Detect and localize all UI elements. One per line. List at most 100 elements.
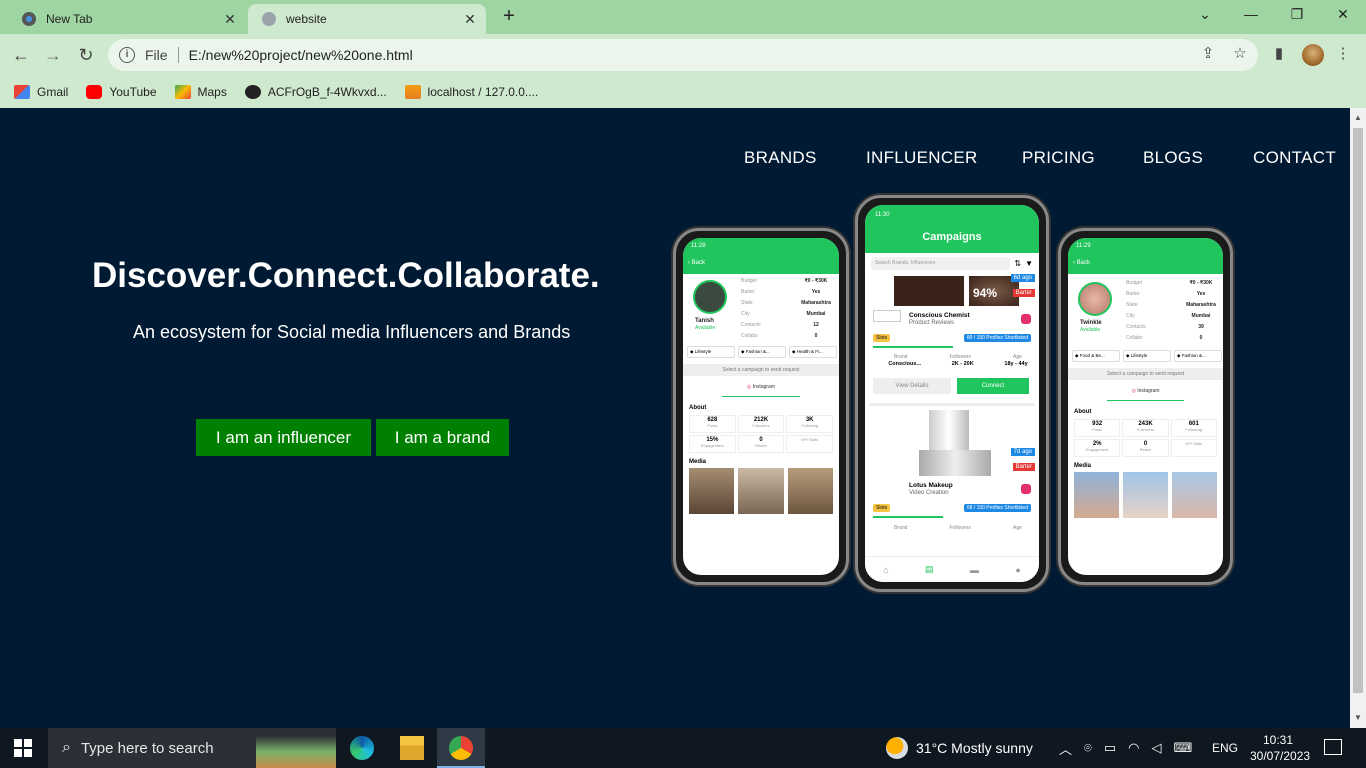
back-icon[interactable]: ←	[10, 44, 32, 66]
field-value: ₹0 - ₹30K	[804, 278, 828, 284]
bookmark-label: Maps	[197, 85, 227, 99]
chrome-taskbar-button[interactable]	[437, 728, 485, 768]
field-value: 12	[813, 322, 819, 328]
search-input[interactable]: Search Brands, Influencers	[871, 257, 1011, 270]
connect-button[interactable]: Connect	[957, 378, 1029, 394]
tab-website[interactable]: website ✕	[248, 4, 486, 34]
close-tab-icon[interactable]: ✕	[460, 11, 480, 28]
category-tag[interactable]: ◆ Fashion &...	[1174, 350, 1222, 362]
profile-status: Available	[1080, 327, 1101, 333]
scroll-down-icon[interactable]: ▼	[1350, 710, 1366, 726]
age-badge: 7d ago	[1010, 448, 1035, 456]
criteria-labels: Brand Followers Age	[873, 525, 1039, 531]
scroll-thumb[interactable]	[1353, 128, 1363, 693]
chat-icon[interactable]: ▬	[970, 565, 979, 575]
campaigns-icon[interactable]: ▤	[925, 564, 934, 575]
close-window-icon[interactable]: ✕	[1328, 6, 1358, 23]
media-grid	[1074, 472, 1217, 518]
new-tab-button[interactable]: +	[498, 6, 520, 28]
criteria-label: Followers	[949, 525, 971, 531]
select-campaign-bar[interactable]: Select a campaign to send request	[1068, 368, 1223, 380]
field-label: Collabs	[741, 333, 758, 339]
instagram-tab[interactable]: ◎ Instagram	[722, 379, 800, 397]
hero-title: Discover.Connect.Collaborate.	[92, 256, 600, 295]
address-bar[interactable]: i File E:/new%20project/new%20one.html	[108, 39, 1258, 71]
taskbar-search[interactable]: ⌕ Type here to search	[48, 728, 336, 768]
search-row: Search Brands, Influencers ⇅ ▼	[865, 253, 1039, 274]
volume-icon[interactable]: ◁	[1151, 740, 1161, 756]
category-tag[interactable]: ◆ Health & Fi...	[789, 346, 837, 358]
influencer-button[interactable]: I am an influencer	[196, 419, 371, 456]
instagram-tab[interactable]: ◎ Instagram	[1106, 383, 1185, 401]
back-link[interactable]: ‹ Back	[688, 260, 705, 266]
bookmark-youtube[interactable]: YouTube	[86, 85, 157, 99]
nav-contact[interactable]: CONTACT	[1253, 148, 1336, 168]
sort-icon[interactable]: ⇅	[1014, 259, 1021, 268]
bookmark-acfr[interactable]: ACFrOgB_f-4Wkvxd...	[244, 85, 387, 99]
category-tag[interactable]: ◆ Food & Be...	[1072, 350, 1120, 362]
bookmark-maps[interactable]: Maps	[174, 85, 227, 99]
media-thumb[interactable]	[738, 468, 784, 514]
bookmark-star-icon[interactable]: ☆	[1229, 44, 1251, 62]
language-indicator[interactable]: ENG	[1212, 728, 1238, 768]
media-thumb[interactable]	[1123, 472, 1168, 518]
nav-influencer[interactable]: INFLUENCER	[866, 148, 978, 168]
home-icon[interactable]: ⌂	[883, 565, 888, 575]
barter-badge: Barter	[1012, 289, 1035, 297]
nav-pricing[interactable]: PRICING	[1022, 148, 1095, 168]
tag-row: ◆ Lifestyle ◆ Fashion &... ◆ Health & Fi..…	[687, 346, 837, 358]
share-icon[interactable]: ⇪	[1197, 44, 1219, 62]
media-thumb[interactable]	[787, 468, 833, 514]
criteria-label: Followers	[949, 354, 971, 360]
keyboard-icon[interactable]: ⌨	[1173, 740, 1192, 756]
category-tag[interactable]: ◆ Lifestyle	[687, 346, 735, 358]
platform-label: Instagram	[1137, 388, 1160, 394]
scrollbar[interactable]: ▲ ▼	[1350, 108, 1366, 728]
category-tag[interactable]: ◆ Fashion &...	[738, 346, 786, 358]
view-details-button[interactable]: View Details	[873, 378, 951, 394]
minimize-icon[interactable]: —	[1236, 6, 1266, 22]
windows-start-icon[interactable]	[14, 739, 32, 757]
nav-brands[interactable]: BRANDS	[744, 148, 817, 168]
chevron-up-icon[interactable]: ︿	[1059, 739, 1072, 758]
scroll-up-icon[interactable]: ▲	[1350, 110, 1366, 126]
edge-icon[interactable]	[350, 736, 374, 760]
battery-icon[interactable]: ▭	[1104, 740, 1116, 756]
media-thumb[interactable]	[1172, 472, 1217, 518]
stat-label: Following	[1185, 427, 1203, 432]
info-icon[interactable]: i	[119, 47, 135, 63]
profile-fields: Budget ₹0 - ₹30K Barter Yes State Maharashtra…	[741, 276, 839, 342]
restore-icon[interactable]: ❐	[1282, 6, 1312, 23]
notifications-icon[interactable]	[1324, 739, 1342, 755]
campaign-card[interactable]: 94% 6d ago Barter Conscious Chemist Prod…	[869, 274, 1035, 406]
url-text[interactable]: E:/new%20project/new%20one.html	[189, 47, 413, 63]
clock[interactable]: 10:31 30/07/2023	[1250, 732, 1310, 764]
tab-search-icon[interactable]: ⌄	[1190, 6, 1220, 23]
select-campaign-bar[interactable]: Select a campaign to send request	[683, 364, 839, 376]
file-explorer-icon[interactable]	[400, 736, 424, 760]
profile-avatar[interactable]	[1302, 44, 1324, 66]
campaign-card[interactable]: 7d ago Barter Lotus Makeup Video Creatio…	[869, 410, 1035, 538]
instagram-icon: ◎	[1131, 388, 1136, 394]
back-link[interactable]: ‹ Back	[1073, 260, 1090, 266]
meet-icon[interactable]: ⌾	[1084, 740, 1092, 756]
side-panel-icon[interactable]: ▮	[1268, 44, 1290, 62]
media-thumb[interactable]	[689, 468, 735, 514]
brand-button[interactable]: I am a brand	[376, 419, 509, 456]
bookmark-localhost[interactable]: localhost / 127.0.0....	[404, 85, 538, 99]
stat-label: Engagement	[700, 443, 724, 448]
profile-icon[interactable]: ●	[1015, 565, 1020, 575]
filter-icon[interactable]: ▼	[1025, 259, 1033, 268]
bookmark-gmail[interactable]: Gmail	[14, 85, 68, 99]
tab-new-tab[interactable]: New Tab ✕	[8, 4, 246, 34]
reload-icon[interactable]: ↻	[75, 44, 97, 66]
weather-widget[interactable]: 31°C Mostly sunny	[886, 728, 1033, 768]
forward-icon[interactable]: →	[42, 44, 64, 66]
wifi-icon[interactable]: ◠	[1128, 740, 1139, 756]
close-tab-icon[interactable]: ✕	[220, 11, 240, 28]
field-label: Barter	[1126, 291, 1140, 297]
nav-blogs[interactable]: BLOGS	[1143, 148, 1203, 168]
category-tag[interactable]: ◆ Lifestyle	[1123, 350, 1171, 362]
media-thumb[interactable]	[1074, 472, 1119, 518]
menu-icon[interactable]: ⋮	[1332, 44, 1354, 62]
